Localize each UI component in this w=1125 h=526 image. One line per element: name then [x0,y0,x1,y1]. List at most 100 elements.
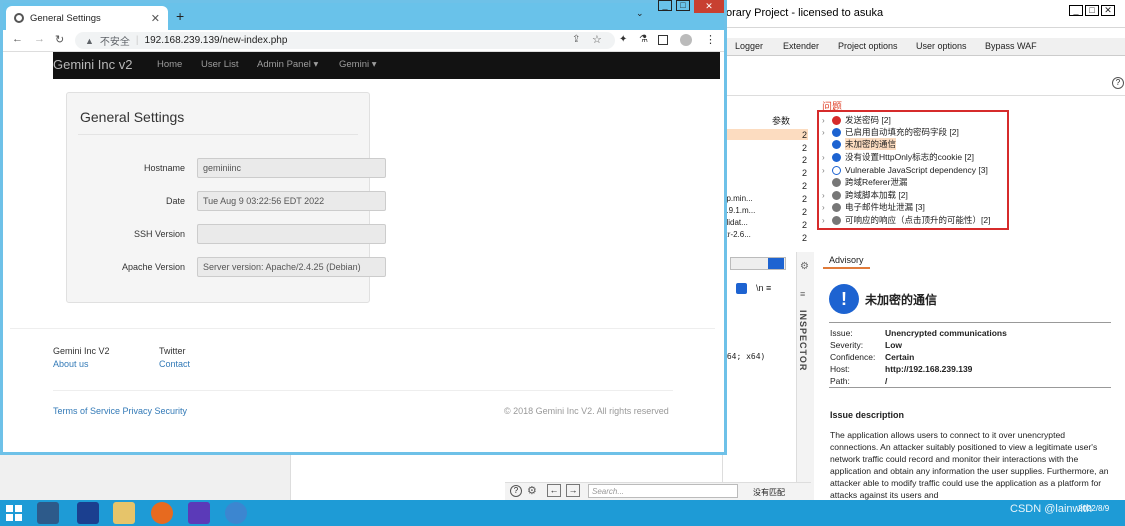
forward-icon[interactable]: → [34,33,45,45]
menu-icon[interactable]: ⋮ [705,33,716,46]
menu-project-options[interactable]: Project options [838,41,898,51]
tab-search-icon[interactable]: ⌄ [636,8,644,19]
issue-list-item[interactable]: › 发送密码 [2] [822,114,891,126]
server-manager-icon[interactable] [37,502,59,524]
gear-icon[interactable]: ⚙ [800,261,809,272]
issue-list-item[interactable]: › 跨域脚本加载 [2] [822,189,908,201]
newline-icon[interactable]: \n ≡ [756,283,771,293]
issue-list-item[interactable]: 跨域Referer泄漏 [822,176,907,188]
info-severity-icon [832,202,841,212]
issue-list-item[interactable]: › 已启用自动填充的密码字段 [2] [822,126,959,138]
reload-icon[interactable]: ↻ [55,33,64,46]
nav-admin-panel[interactable]: Admin Panel ▾ [257,59,318,70]
date-label: Date [165,196,185,206]
table-cell: 2 [802,143,808,153]
search-input[interactable]: Search... [588,484,738,498]
issue-description-heading: Issue description [830,410,905,420]
chevron-right-icon[interactable]: › [822,128,830,137]
nav-user-list[interactable]: User List [201,59,238,70]
close-icon[interactable]: ✕ [694,0,724,13]
file-explorer-icon[interactable] [113,502,135,524]
maximize-icon[interactable]: □ [1085,5,1099,16]
address-bar[interactable]: ▲ 不安全 | 192.168.239.139/new-index.php [75,32,615,49]
minimize-icon[interactable]: _ [658,0,672,11]
avatar[interactable] [680,34,692,46]
globe-icon [14,13,24,23]
chevron-right-icon[interactable]: › [822,116,830,125]
pretty-icon[interactable] [736,283,747,294]
apache-version-field[interactable]: Server version: Apache/2.4.25 (Debian) [197,257,386,277]
nav-gemini[interactable]: Gemini ▾ [339,59,377,70]
hostname-field[interactable]: geminiinc [197,158,386,178]
extension-icon[interactable]: ⚗ [639,34,648,45]
ssh-version-label: SSH Version [133,229,185,239]
menu-logger[interactable]: Logger [735,41,763,51]
chevron-right-icon[interactable]: › [822,216,830,225]
issue-label: 电子邮件地址泄漏 [3] [845,202,925,212]
apache-version-label: Apache Version [121,262,185,272]
next-icon[interactable]: → [566,484,580,497]
chevron-right-icon[interactable]: › [822,153,830,162]
help-icon[interactable]: ? [1112,77,1124,89]
issue-list-item[interactable]: › Vulnerable JavaScript dependency [3] [822,164,988,176]
issue-list-item[interactable]: › 电子邮件地址泄漏 [3] [822,201,925,213]
tab-advisory[interactable]: Advisory [823,255,870,269]
share-icon[interactable]: ⇪ [572,34,580,45]
table-cell: 2 [802,155,808,165]
request-text: n64; x64) [722,352,766,361]
burp-icon[interactable] [188,502,210,524]
chevron-right-icon[interactable]: › [822,203,830,212]
close-tab-icon[interactable]: ✕ [151,12,160,25]
issue-list-item[interactable]: › 没有设置HttpOnly标志的cookie [2] [822,151,974,163]
previous-icon[interactable]: ← [547,484,561,497]
maximize-icon[interactable]: □ [676,0,690,11]
powershell-icon[interactable] [77,502,99,524]
low-severity-icon [832,165,841,175]
advisory-title: 未加密的通信 [865,293,938,307]
site-brand[interactable]: Gemini Inc v2 [53,57,132,72]
table-cell: 2 [802,130,808,140]
extensions-icon[interactable]: ✦ [619,34,627,45]
help-icon[interactable]: ? [510,485,522,497]
issue-list-item[interactable]: › 可响应的响应（点击顶升的可能性）[2] [822,214,990,226]
table-row-selected[interactable] [722,129,808,140]
layout-split-icon[interactable] [768,258,784,269]
path-value: / [885,376,888,386]
footer-policy-links[interactable]: Terms of Service Privacy Security [53,406,187,416]
menu-bypass-waf[interactable]: Bypass WAF [985,41,1037,51]
inspector-menu-icon[interactable]: ≡ [800,289,805,299]
back-icon[interactable]: ← [12,33,23,45]
date-field[interactable]: Tue Aug 9 03:22:56 EDT 2022 [197,191,386,211]
firefox-icon[interactable] [151,502,173,524]
settings-icon[interactable]: ⚙ [527,484,537,497]
issue-key: Issue: [830,328,853,338]
table-cell: 2 [802,181,808,191]
severity-key: Severity: [830,340,864,350]
chevron-right-icon[interactable]: › [822,166,830,175]
contact-link[interactable]: Contact [159,359,190,369]
issue-list-item[interactable]: 未加密的通信 [822,138,897,150]
close-icon[interactable]: ✕ [1101,5,1115,16]
sidepanel-icon[interactable] [658,35,668,45]
clock: 2022/8/9 [1078,504,1110,513]
chevron-right-icon[interactable]: › [822,191,830,200]
menu-extender[interactable]: Extender [783,41,819,51]
minimize-icon[interactable]: _ [1069,5,1083,16]
windows-start-icon[interactable] [6,505,22,521]
new-tab-icon[interactable]: + [176,8,184,24]
browser-tab[interactable]: General Settings ✕ [6,6,168,30]
menu-user-options[interactable]: User options [916,41,967,51]
footer-company: Gemini Inc V2 [53,346,110,356]
table-cell: 2 [802,233,808,243]
table-header: 参数 [722,112,808,126]
about-us-link[interactable]: About us [53,359,89,369]
ssh-version-field[interactable] [197,224,386,244]
copyright: © 2018 Gemini Inc V2. All rights reserve… [504,406,669,416]
page-title: General Settings [80,109,185,125]
nav-home[interactable]: Home [157,59,182,70]
chrome-icon[interactable] [225,502,247,524]
issue-label: 未加密的通信 [845,138,897,150]
inspector-label[interactable]: INSPECTOR [798,310,808,371]
column-params: 参数 [772,116,791,126]
bookmark-star-icon[interactable]: ☆ [592,33,602,46]
